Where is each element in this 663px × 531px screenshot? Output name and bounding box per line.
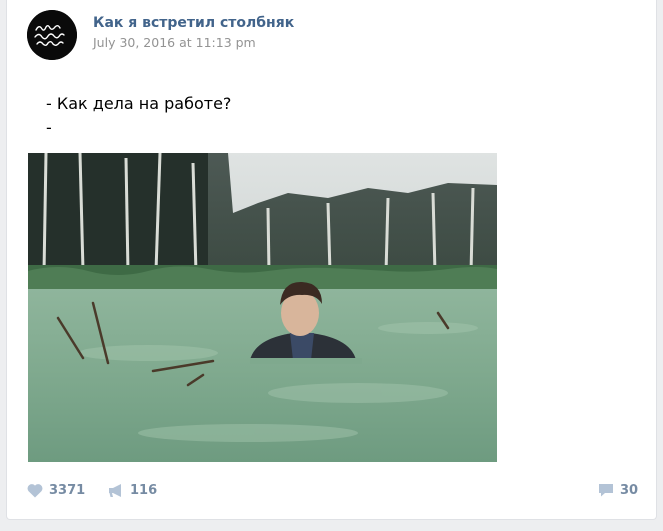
comment-icon [599, 484, 613, 497]
megaphone-icon [109, 484, 121, 497]
share-button[interactable]: 116 [108, 483, 157, 498]
author-name[interactable]: Как я встретил столбняк [93, 15, 294, 31]
comment-count: 30 [620, 483, 639, 498]
post-text-line: - Как дела на работе? [46, 94, 232, 113]
post-text-line: - [46, 118, 52, 137]
share-count: 116 [130, 483, 158, 498]
community-logo [27, 10, 77, 60]
like-count: 3371 [49, 483, 86, 498]
post-date[interactable]: July 30, 2016 at 11:13 pm [93, 35, 256, 50]
heart-icon [27, 484, 43, 498]
comment-button[interactable]: 30 [598, 483, 638, 498]
post-text: - Как дела на работе? - [46, 92, 231, 140]
post-card: Как я встретил столбняк July 30, 2016 at… [6, 0, 657, 520]
like-button[interactable]: 3371 [27, 483, 85, 498]
post-photo[interactable] [28, 153, 497, 462]
avatar[interactable] [27, 10, 77, 60]
